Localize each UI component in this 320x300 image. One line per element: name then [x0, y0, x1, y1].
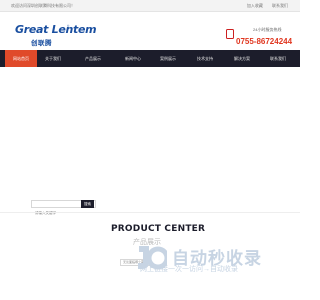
watermark-subtext: 网上链接一次一访问→自动收录 — [140, 266, 238, 273]
nav-item-cases[interactable]: 案例展示 — [152, 50, 184, 67]
hotline-label: 24小时服务热线 — [253, 27, 282, 32]
logo-chinese[interactable]: 创联腾 — [31, 37, 52, 47]
nav-item-products[interactable]: 产品展示 — [77, 50, 109, 67]
nav-item-contact[interactable]: 联系我们 — [262, 50, 294, 67]
product-center-title: PRODUCT CENTER — [111, 224, 206, 234]
top-bar: 欢迎访问深圳创联腾科技有限公司！ 加入收藏 联系我们 — [0, 0, 300, 12]
divider — [0, 212, 300, 213]
watermark: 自动秒收录 网上链接一次一访问→自动收录 — [132, 240, 300, 300]
add-favorite-link[interactable]: 加入收藏 — [247, 3, 263, 8]
contact-link[interactable]: 联系我们 — [272, 3, 288, 8]
logo-registered-mark: ® — [67, 24, 70, 28]
search-button[interactable]: 搜索 — [81, 200, 94, 208]
nav-item-home[interactable]: 网站首页 — [5, 50, 37, 67]
logo-english[interactable]: Great Lentem — [15, 23, 97, 36]
welcome-text: 欢迎访问深圳创联腾科技有限公司！ — [11, 3, 75, 8]
nav-item-support[interactable]: 技术支持 — [189, 50, 221, 67]
hotline-number: 0755-86724244 — [236, 37, 293, 46]
nav-item-about[interactable]: 关于我们 — [37, 50, 69, 67]
nav-item-solutions[interactable]: 解决方案 — [226, 50, 258, 67]
banner-area — [0, 67, 300, 188]
main-nav: 网站首页 关于我们 产品展示 新闻中心 案例展示 技术支持 解决方案 联系我们 — [0, 50, 300, 67]
search-input[interactable] — [32, 210, 95, 216]
top-links: 加入收藏 联系我们 — [239, 3, 288, 9]
nav-item-news[interactable]: 新闻中心 — [117, 50, 149, 67]
site-header: Great Lentem ® 创联腾 24小时服务热线 0755-8672424… — [0, 12, 300, 50]
phone-icon — [226, 29, 236, 40]
